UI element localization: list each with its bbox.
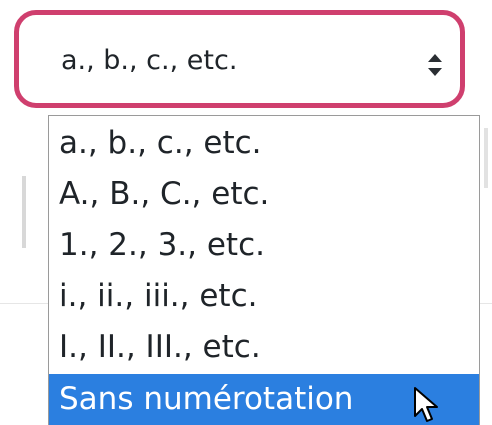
option-numbers[interactable]: 1., 2., 3., etc. [49,220,479,271]
option-lowercase-roman[interactable]: i., ii., iii., etc. [49,271,479,322]
numbering-select-value: a., b., c., etc. [61,45,238,76]
option-uppercase-roman[interactable]: I., II., III., etc. [49,322,479,373]
arrow-cursor-icon [414,387,438,422]
numbering-dropdown-list: a., b., c., etc. A., B., C., etc. 1., 2.… [48,115,480,425]
option-lowercase-letters[interactable]: a., b., c., etc. [49,118,479,169]
background-field-edge [22,176,26,248]
background-field-edge-right [484,128,488,188]
numbering-select[interactable]: a., b., c., etc. [14,10,465,108]
screen: a., b., c., etc. a., b., c., etc. A., B.… [0,0,492,425]
updown-caret-icon [428,54,442,76]
option-uppercase-letters[interactable]: A., B., C., etc. [49,169,479,220]
